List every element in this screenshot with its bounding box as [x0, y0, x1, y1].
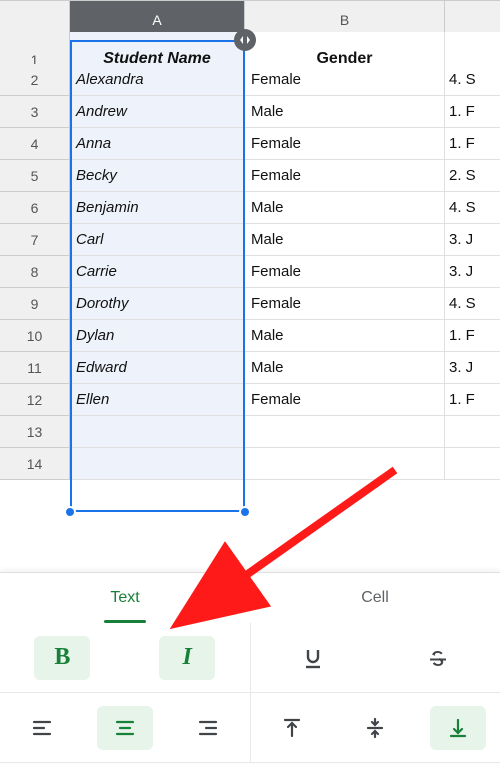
cell-C6[interactable]: 4. S	[445, 192, 500, 224]
row-header[interactable]: 2	[0, 64, 70, 96]
selection-handle-top[interactable]	[64, 506, 76, 518]
text-style-row: B I	[0, 623, 500, 693]
valign-bottom-button[interactable]	[430, 706, 486, 750]
cell-A10[interactable]: Dylan	[70, 320, 245, 352]
cell-A13[interactable]	[70, 416, 245, 448]
row-header[interactable]: 9	[0, 288, 70, 320]
row-header[interactable]: 13	[0, 416, 70, 448]
cell-C3[interactable]: 1. F	[445, 96, 500, 128]
cell-C10[interactable]: 1. F	[445, 320, 500, 352]
valign-middle-button[interactable]	[347, 706, 403, 750]
row-header[interactable]: 10	[0, 320, 70, 352]
cell-B8[interactable]: Female	[245, 256, 445, 288]
cell-B6[interactable]: Male	[245, 192, 445, 224]
cell-B10[interactable]: Male	[245, 320, 445, 352]
cell-B9[interactable]: Female	[245, 288, 445, 320]
tab-text[interactable]: Text	[0, 573, 250, 623]
cell-C2[interactable]: 4. S	[445, 64, 500, 96]
valign-top-button[interactable]	[264, 706, 320, 750]
cell-C8[interactable]: 3. J	[445, 256, 500, 288]
row-header[interactable]: 7	[0, 224, 70, 256]
cell-C12[interactable]: 1. F	[445, 384, 500, 416]
cell-B12[interactable]: Female	[245, 384, 445, 416]
cell-A2[interactable]: Alexandra	[70, 64, 245, 96]
row-header[interactable]: 14	[0, 448, 70, 480]
row-header[interactable]: 6	[0, 192, 70, 224]
cell-B2[interactable]: Female	[245, 64, 445, 96]
cell-A4[interactable]: Anna	[70, 128, 245, 160]
cell-B4[interactable]: Female	[245, 128, 445, 160]
cell-C14[interactable]	[445, 448, 500, 480]
cell-C7[interactable]: 3. J	[445, 224, 500, 256]
italic-button[interactable]: I	[159, 636, 215, 680]
cell-C9[interactable]: 4. S	[445, 288, 500, 320]
cell-A3[interactable]: Andrew	[70, 96, 245, 128]
cell-A5[interactable]: Becky	[70, 160, 245, 192]
align-center-button[interactable]	[97, 706, 153, 750]
row-header[interactable]: 3	[0, 96, 70, 128]
spreadsheet: A B 1 Student Name Gender 2AlexandraFema…	[0, 0, 500, 480]
format-panel: Text Cell B I	[0, 572, 500, 763]
row-header[interactable]: 4	[0, 128, 70, 160]
cell-A7[interactable]: Carl	[70, 224, 245, 256]
row-header[interactable]: 12	[0, 384, 70, 416]
tab-cell[interactable]: Cell	[250, 573, 500, 623]
selection-handle-bottom[interactable]	[239, 506, 251, 518]
cell-A8[interactable]: Carrie	[70, 256, 245, 288]
column-resize-handle[interactable]	[234, 29, 256, 51]
align-right-button[interactable]	[180, 706, 236, 750]
panel-tabs: Text Cell	[0, 573, 500, 623]
cell-A9[interactable]: Dorothy	[70, 288, 245, 320]
cell-B7[interactable]: Male	[245, 224, 445, 256]
cell-C11[interactable]: 3. J	[445, 352, 500, 384]
underline-button[interactable]	[285, 636, 341, 680]
strikethrough-button[interactable]	[410, 636, 466, 680]
cell-A11[interactable]: Edward	[70, 352, 245, 384]
cell-A14[interactable]	[70, 448, 245, 480]
cell-B13[interactable]	[245, 416, 445, 448]
cell-C5[interactable]: 2. S	[445, 160, 500, 192]
row-header[interactable]: 11	[0, 352, 70, 384]
cell-C4[interactable]: 1. F	[445, 128, 500, 160]
alignment-row	[0, 693, 500, 763]
cell-B5[interactable]: Female	[245, 160, 445, 192]
align-left-button[interactable]	[14, 706, 70, 750]
cell-B3[interactable]: Male	[245, 96, 445, 128]
row-header[interactable]: 8	[0, 256, 70, 288]
cell-A6[interactable]: Benjamin	[70, 192, 245, 224]
cell-C13[interactable]	[445, 416, 500, 448]
cell-A12[interactable]: Ellen	[70, 384, 245, 416]
bold-button[interactable]: B	[34, 636, 90, 680]
cell-B11[interactable]: Male	[245, 352, 445, 384]
cell-B14[interactable]	[245, 448, 445, 480]
row-header[interactable]: 5	[0, 160, 70, 192]
